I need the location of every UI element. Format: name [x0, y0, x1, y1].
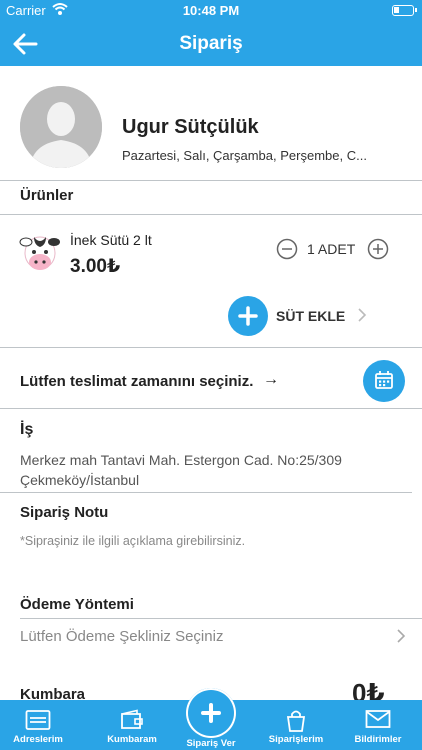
tab-siparis-ver-label[interactable]: Sipariş Ver — [176, 738, 246, 749]
plus-circle-icon[interactable] — [367, 238, 389, 260]
cow-icon — [19, 236, 60, 270]
tab-label: Siparişlerim — [268, 734, 324, 745]
clock: 10:48 PM — [182, 3, 240, 18]
payment-method-select[interactable]: Lütfen Ödeme Şekliniz Seçiniz — [20, 628, 223, 645]
tab-adreslerim[interactable]: Adreslerim — [0, 700, 76, 750]
plus-icon — [238, 306, 258, 326]
minus-circle-icon[interactable] — [276, 238, 298, 260]
nav-bar: Sipariş — [0, 22, 422, 66]
address-line-2: Çekmeköy/İstanbul — [20, 472, 140, 488]
customer-name: Ugur Sütçülük — [122, 116, 259, 138]
shopping-bag-icon — [286, 710, 306, 732]
delivery-days: Pazartesi, Salı, Çarşamba, Perşembe, C..… — [122, 148, 367, 163]
status-bar: Carrier 10:48 PM — [0, 0, 422, 22]
arrow-right-icon: → — [263, 371, 279, 388]
tab-label: Kumbaram — [107, 734, 157, 745]
address-line-1: Merkez mah Tantavi Mah. Estergon Cad. No… — [20, 452, 342, 468]
divider — [0, 180, 422, 181]
payment-method-label: Ödeme Yöntemi — [20, 596, 134, 613]
divider — [0, 492, 412, 493]
wallet-icon — [121, 709, 143, 729]
user-silhouette-icon — [20, 86, 102, 168]
tab-label: Bildirimler — [354, 734, 402, 745]
quantity-value: 1 ADET — [307, 241, 356, 257]
product-price: 3.00₺ — [70, 256, 121, 277]
tab-siparislerim[interactable]: Siparişlerim — [258, 700, 334, 750]
divider — [0, 408, 422, 409]
products-heading: Ürünler — [20, 187, 74, 204]
tab-bildirimler[interactable]: Bildirimler — [340, 700, 416, 750]
chevron-right-icon — [397, 629, 406, 643]
tab-kumbaram[interactable]: Kumbaram — [94, 700, 170, 750]
divider — [20, 618, 422, 619]
add-milk-button[interactable] — [228, 296, 268, 336]
address-card-icon — [25, 710, 51, 730]
add-milk-label[interactable]: SÜT EKLE — [276, 308, 345, 324]
plus-icon — [201, 703, 221, 723]
divider — [0, 347, 422, 348]
product-name: İnek Sütü 2 lt — [70, 232, 152, 248]
calendar-button[interactable] — [363, 360, 405, 402]
avatar — [20, 86, 102, 168]
calendar-icon — [375, 371, 393, 389]
chevron-right-icon — [358, 308, 367, 322]
order-note-input[interactable]: *Sipraşiniz ile ilgili açıklama girebili… — [20, 534, 245, 548]
order-now-button[interactable] — [186, 688, 236, 738]
page-title: Sipariş — [179, 33, 243, 54]
tab-label: Adreslerim — [13, 734, 63, 745]
divider — [0, 214, 422, 215]
mail-icon — [365, 710, 391, 728]
order-note-label: Sipariş Notu — [20, 504, 109, 521]
battery-icon — [392, 5, 417, 16]
address-text[interactable]: Merkez mah Tantavi Mah. Estergon Cad. No… — [20, 450, 400, 490]
address-title: İş — [20, 421, 34, 438]
delivery-time-label: Lütfen teslimat zamanını seçiniz. — [20, 373, 254, 390]
